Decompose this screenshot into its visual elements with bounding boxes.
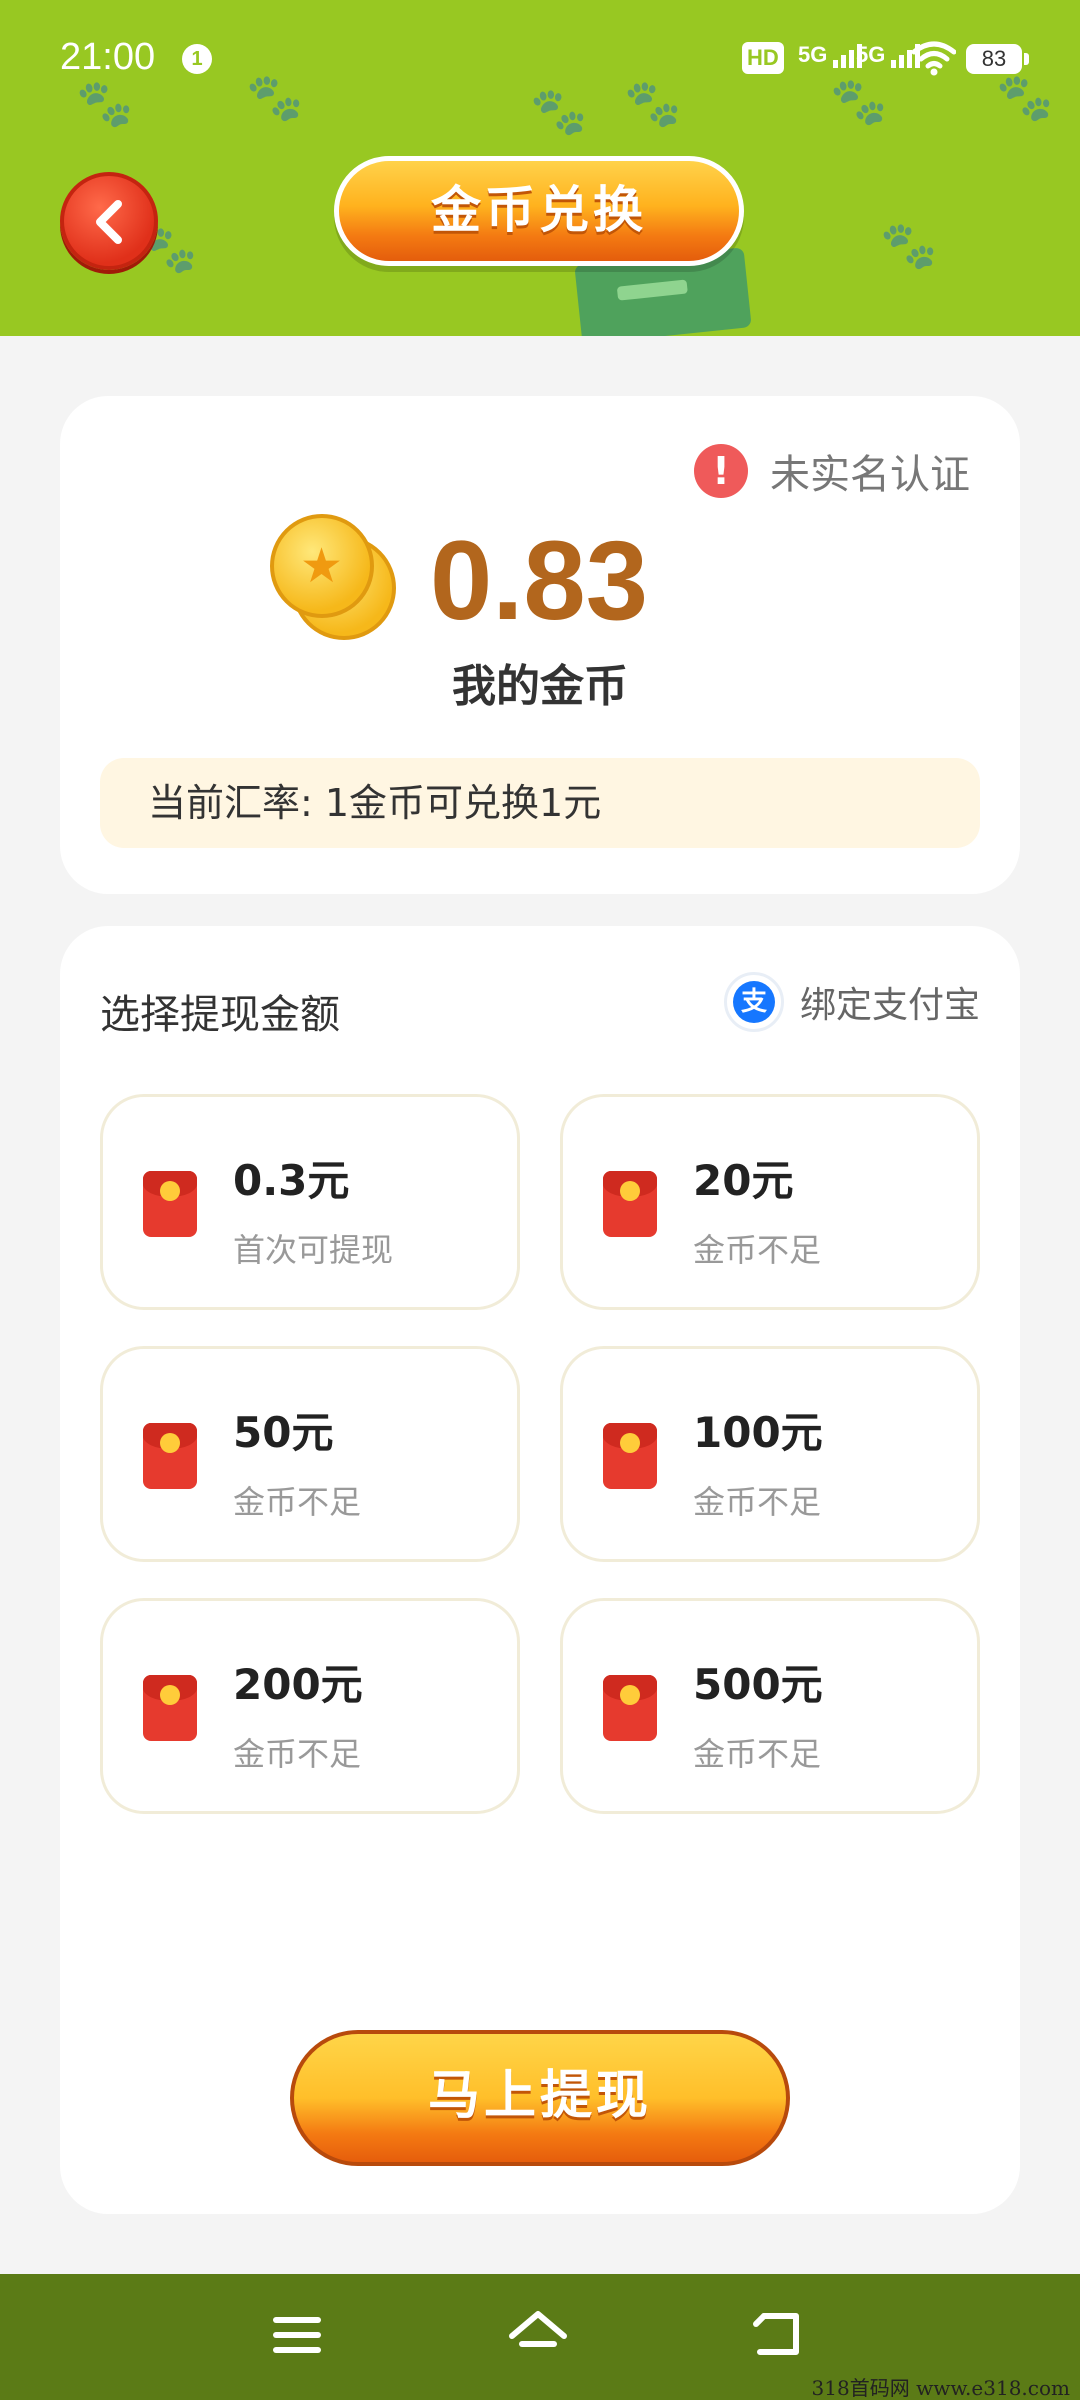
gold-coin-icon: ★: [270, 514, 396, 640]
red-envelope-icon: [143, 1423, 197, 1489]
verify-status-label: 未实名认证: [770, 452, 970, 498]
amount-value: 100元: [693, 1408, 823, 1457]
watermark: 318首码网 www.e318.com: [811, 2376, 1070, 2400]
alipay-icon: 支: [723, 972, 784, 1032]
home-button[interactable]: [508, 2308, 572, 2364]
verify-status[interactable]: ! 未实名认证: [694, 442, 970, 500]
red-envelope-icon: [143, 1675, 197, 1741]
amount-option-200[interactable]: 200元 金币不足: [100, 1598, 520, 1814]
withdraw-now-button[interactable]: 马上提现: [290, 2030, 790, 2166]
menu-icon: [273, 2317, 321, 2353]
signal-2-icon: 5G: [856, 42, 921, 68]
balance-card: ! 未实名认证 ★ 0.83 我的金币 当前汇率: 1金币可兑换1元: [60, 396, 1020, 894]
battery-indicator: 83: [966, 44, 1029, 74]
home-icon: [509, 2311, 567, 2347]
section-title: 选择提现金额: [100, 992, 340, 1038]
back-icon: [753, 2313, 799, 2355]
status-bar: 21:00 1 HD 5G 5G 83: [0, 0, 1080, 120]
coin-balance: 0.83: [430, 518, 648, 643]
network-type-label: 5G: [856, 42, 886, 67]
amount-value: 0.3元: [233, 1156, 350, 1205]
hd-indicator: HD: [742, 42, 784, 74]
amount-option-50[interactable]: 50元 金币不足: [100, 1346, 520, 1562]
bind-alipay-label: 绑定支付宝: [799, 985, 980, 1026]
amount-option-500[interactable]: 500元 金币不足: [560, 1598, 980, 1814]
red-envelope-icon: [603, 1675, 657, 1741]
page-title: 金币兑换: [334, 156, 744, 266]
amount-value: 200元: [233, 1660, 363, 1709]
red-envelope-icon: [603, 1171, 657, 1237]
amount-value: 20元: [693, 1156, 794, 1205]
amount-option-20[interactable]: 20元 金币不足: [560, 1094, 980, 1310]
app-header: 🐾 🐾 🐾 🐾 🐾 🐾 🐾 🐾 21:00 1 HD 5G 5G 83 金币兑换: [0, 0, 1080, 336]
withdraw-card: 选择提现金额 支 绑定支付宝 0.3元 首次可提现 20元 金币不足 50元 金…: [60, 926, 1020, 2214]
exchange-rate-info: 当前汇率: 1金币可兑换1元: [100, 758, 980, 848]
amount-status: 金币不足: [693, 1483, 822, 1521]
network-type-label: 5G: [798, 42, 828, 67]
amount-status: 金币不足: [693, 1735, 822, 1773]
red-envelope-icon: [603, 1423, 657, 1489]
paw-decoration-icon: 🐾: [880, 218, 938, 272]
menu-button[interactable]: [270, 2308, 334, 2364]
amount-option-100[interactable]: 100元 金币不足: [560, 1346, 980, 1562]
amount-status: 金币不足: [233, 1483, 362, 1521]
coin-balance-label: 我的金币: [452, 661, 628, 712]
notification-badge: 1: [182, 44, 212, 74]
amount-status: 金币不足: [693, 1231, 822, 1269]
amount-option-0-3[interactable]: 0.3元 首次可提现: [100, 1094, 520, 1310]
chevron-left-icon: [96, 200, 122, 244]
status-time: 21:00: [60, 36, 156, 78]
bind-alipay-link[interactable]: 支 绑定支付宝: [723, 972, 980, 1032]
warning-icon: !: [694, 444, 748, 498]
amount-value: 50元: [233, 1408, 334, 1457]
amount-status: 金币不足: [233, 1735, 362, 1773]
signal-1-icon: 5G: [798, 42, 863, 68]
amount-status: 首次可提现: [233, 1231, 394, 1269]
back-nav-button[interactable]: [752, 2308, 816, 2364]
wifi-icon: [912, 41, 956, 76]
alipay-icon-glyph: 支: [732, 981, 775, 1023]
amount-value: 500元: [693, 1660, 823, 1709]
back-button[interactable]: [60, 172, 158, 270]
red-envelope-icon: [143, 1171, 197, 1237]
amount-options: 0.3元 首次可提现 20元 金币不足 50元 金币不足 100元 金币不足 2…: [100, 1094, 980, 1814]
